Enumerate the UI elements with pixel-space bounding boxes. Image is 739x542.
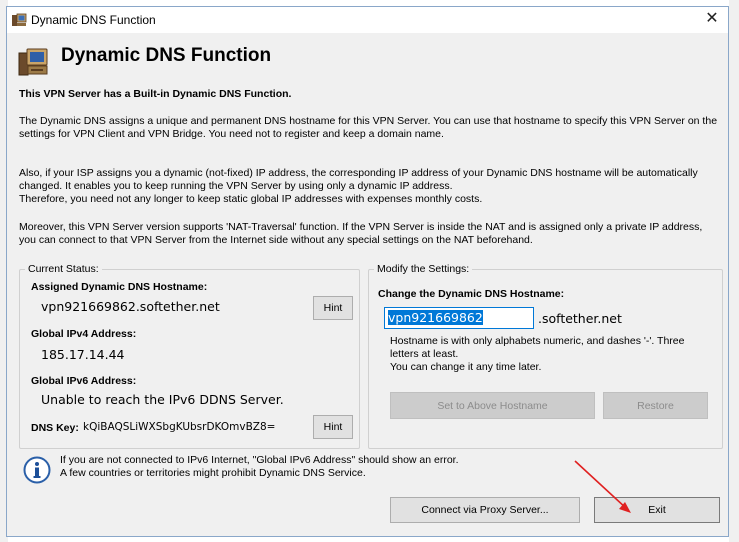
info-icon: [23, 456, 51, 484]
title-bar: Dynamic DNS Function ✕: [7, 7, 728, 33]
annotation-arrow-icon: [574, 460, 631, 513]
window-title: Dynamic DNS Function: [31, 13, 156, 27]
ipv6-label: Global IPv6 Address:: [31, 375, 137, 387]
restore-button[interactable]: Restore: [603, 392, 708, 419]
close-icon[interactable]: ✕: [702, 9, 722, 29]
change-later-note: You can change it any time later.: [390, 361, 542, 373]
intro-paragraph-2: Also, if your ISP assigns you a dynamic …: [19, 167, 698, 192]
ipv4-label: Global IPv4 Address:: [31, 328, 137, 340]
hostname-hint-button[interactable]: Hint: [313, 296, 353, 320]
dns-key-hint-button[interactable]: Hint: [313, 415, 353, 439]
hostname-input[interactable]: vpn921669862: [384, 307, 534, 329]
dns-key-label: DNS Key:: [31, 422, 79, 434]
server-icon: [18, 48, 48, 76]
modify-settings-legend: Modify the Settings:: [377, 263, 470, 275]
hostname-rule-note: Hostname is with only alphabets numeric,…: [390, 335, 685, 360]
app-icon: [12, 13, 27, 26]
hostname-suffix: .softether.net: [538, 311, 622, 326]
current-status-legend: Current Status:: [28, 263, 99, 275]
connect-proxy-button[interactable]: Connect via Proxy Server...: [390, 497, 580, 523]
set-hostname-button[interactable]: Set to Above Hostname: [390, 392, 595, 419]
dynamic-dns-dialog: Dynamic DNS Function ✕ Dynamic DNS Funct…: [6, 6, 729, 537]
ipv4-value: 185.17.14.44: [41, 347, 125, 362]
ipv6-value: Unable to reach the IPv6 DDNS Server.: [41, 392, 284, 407]
background-window-right: [729, 0, 739, 542]
ipv6-info-text: If you are not connected to IPv6 Interne…: [60, 454, 459, 466]
intro-paragraph-3: Therefore, you need not any longer to ke…: [19, 193, 483, 205]
country-info-text: A few countries or territories might pro…: [60, 467, 366, 479]
intro-paragraph-4: Moreover, this VPN Server version suppor…: [19, 221, 703, 246]
intro-paragraph-1: The Dynamic DNS assigns a unique and per…: [19, 115, 718, 140]
intro-headline: This VPN Server has a Built-in Dynamic D…: [19, 88, 292, 100]
change-hostname-label: Change the Dynamic DNS Hostname:: [378, 288, 565, 300]
hostname-input-text: vpn921669862: [388, 310, 483, 325]
hostname-label: Assigned Dynamic DNS Hostname:: [31, 281, 208, 293]
dns-key-value: kQiBAQSLiWXSbgKUbsrDKOmvBZ8=: [83, 421, 276, 433]
page-title: Dynamic DNS Function: [61, 45, 272, 66]
hostname-value: vpn921669862.softether.net: [41, 299, 220, 314]
